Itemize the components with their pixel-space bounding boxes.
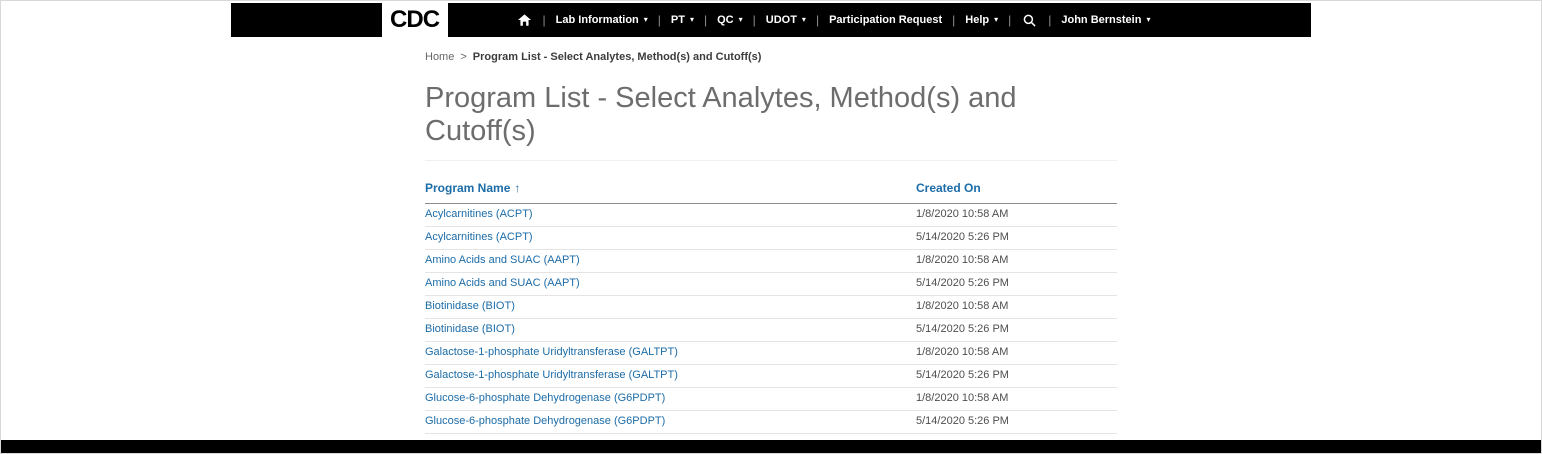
chevron-down-icon: ▾ [1146,16,1150,24]
program-link[interactable]: Biotinidase (BIOT) [425,323,515,335]
table-row: Amino Acids and SUAC (AAPT) 5/14/2020 5:… [425,273,1117,296]
nav-item-label: Participation Request [829,14,942,26]
program-link[interactable]: Acylcarnitines (ACPT) [425,231,533,243]
nav-item-udot[interactable]: UDOT ▾ [756,3,816,37]
created-on-cell: 5/14/2020 5:26 PM [916,319,1117,342]
user-name-label: John Bernstein [1061,14,1141,26]
column-label: Created On [916,181,981,195]
cdc-logo-text: CDC [390,6,439,34]
breadcrumb: Home > Program List - Select Analytes, M… [425,51,1117,63]
table-row: Galactose-1-phosphate Uridyltransferase … [425,365,1117,388]
chevron-down-icon: ▾ [739,16,743,24]
column-header-created-on[interactable]: Created On [916,181,1117,204]
nav-item-help[interactable]: Help ▾ [955,3,1008,37]
created-on-cell: 1/8/2020 10:58 AM [916,296,1117,319]
table-row: Galactose-1-phosphate Uridyltransferase … [425,342,1117,365]
created-on-cell: 1/8/2020 10:58 AM [916,250,1117,273]
breadcrumb-separator: > [460,51,466,63]
table-row: Biotinidase (BIOT) 1/8/2020 10:58 AM [425,296,1117,319]
program-link[interactable]: Galactose-1-phosphate Uridyltransferase … [425,369,678,381]
chevron-down-icon: ▾ [690,16,694,24]
nav-item-participation-request[interactable]: Participation Request [819,3,952,37]
created-on-cell: 5/14/2020 5:26 PM [916,227,1117,250]
footer-bar [1,440,1541,453]
search-icon-glyph [1023,14,1036,27]
program-link[interactable]: Amino Acids and SUAC (AAPT) [425,277,580,289]
breadcrumb-home-link[interactable]: Home [425,51,454,63]
program-link[interactable]: Amino Acids and SUAC (AAPT) [425,254,580,266]
table-row: Biotinidase (BIOT) 5/14/2020 5:26 PM [425,319,1117,342]
nav-item-label: Help [965,14,989,26]
main-content: Home > Program List - Select Analytes, M… [425,51,1117,454]
nav-item-qc[interactable]: QC ▾ [707,3,753,37]
column-header-program-name[interactable]: Program Name ↑ [425,181,916,204]
created-on-cell: 5/14/2020 5:26 PM [916,411,1117,434]
program-link[interactable]: Galactose-1-phosphate Uridyltransferase … [425,346,678,358]
page: CDC | Lab Information ▾ | PT ▾ | QC [0,0,1542,454]
program-table: Program Name ↑ Created On Acylcarnitines … [425,181,1117,434]
table-row: Amino Acids and SUAC (AAPT) 1/8/2020 10:… [425,250,1117,273]
nav-item-pt[interactable]: PT ▾ [661,3,704,37]
table-header-row: Program Name ↑ Created On [425,181,1117,204]
program-link[interactable]: Glucose-6-phosphate Dehydrogenase (G6PDP… [425,415,665,427]
cdc-logo[interactable]: CDC [382,3,448,37]
chevron-down-icon: ▾ [644,16,648,24]
created-on-cell: 1/8/2020 10:58 AM [916,204,1117,227]
sort-ascending-icon: ↑ [514,181,520,195]
nav-item-lab-information[interactable]: Lab Information ▾ [546,3,658,37]
table-row: Acylcarnitines (ACPT) 1/8/2020 10:58 AM [425,204,1117,227]
column-label: Program Name [425,181,510,195]
nav-item-user-menu[interactable]: John Bernstein ▾ [1051,3,1160,37]
table-row: Glucose-6-phosphate Dehydrogenase (G6PDP… [425,388,1117,411]
program-link[interactable]: Glucose-6-phosphate Dehydrogenase (G6PDP… [425,392,665,404]
program-link[interactable]: Biotinidase (BIOT) [425,300,515,312]
breadcrumb-current: Program List - Select Analytes, Method(s… [473,51,762,63]
table-row: Acylcarnitines (ACPT) 5/14/2020 5:26 PM [425,227,1117,250]
chevron-down-icon: ▾ [994,16,998,24]
created-on-cell: 1/8/2020 10:58 AM [916,388,1117,411]
nav-menu: | Lab Information ▾ | PT ▾ | QC ▾ | UDOT [506,3,1161,37]
created-on-cell: 5/14/2020 5:26 PM [916,365,1117,388]
nav-item-label: PT [671,14,685,26]
home-icon-glyph [518,14,531,26]
program-link[interactable]: Acylcarnitines (ACPT) [425,208,533,220]
top-nav-bar: CDC | Lab Information ▾ | PT ▾ | QC [231,3,1311,37]
page-title: Program List - Select Analytes, Method(s… [425,82,1117,161]
created-on-cell: 5/14/2020 5:26 PM [916,273,1117,296]
nav-item-label: QC [717,14,734,26]
created-on-cell: 1/8/2020 10:58 AM [916,342,1117,365]
search-icon[interactable] [1011,3,1048,37]
chevron-down-icon: ▾ [802,16,806,24]
home-icon[interactable] [506,3,543,37]
nav-item-label: Lab Information [556,14,639,26]
nav-item-label: UDOT [766,14,797,26]
table-row: Glucose-6-phosphate Dehydrogenase (G6PDP… [425,411,1117,434]
